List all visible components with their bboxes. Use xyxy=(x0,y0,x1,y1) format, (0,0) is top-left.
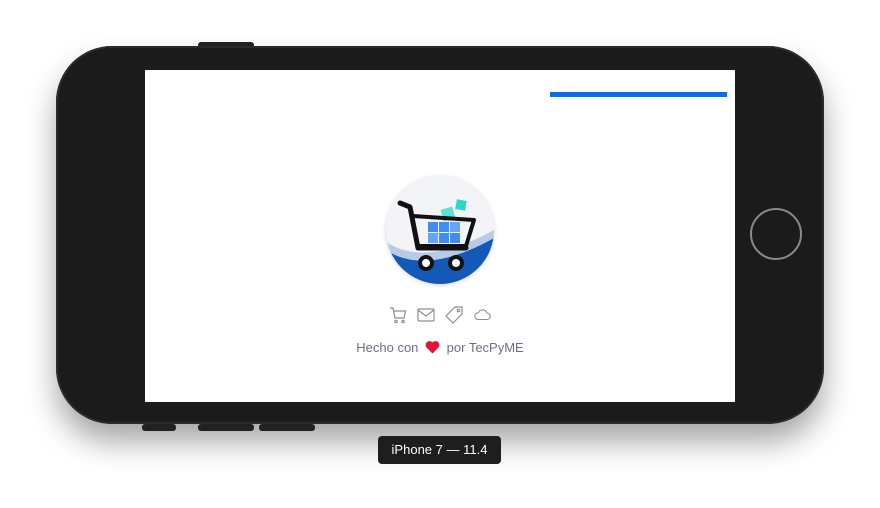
loading-progress-bar xyxy=(550,92,727,97)
mail-icon xyxy=(417,306,435,324)
side-button-1 xyxy=(142,424,176,431)
cloud-icon xyxy=(473,306,491,324)
cart-icon xyxy=(389,306,407,324)
home-button[interactable] xyxy=(750,208,802,260)
credit-suffix: por TecPyME xyxy=(446,340,524,355)
side-button-3 xyxy=(259,424,315,431)
app-logo xyxy=(386,176,494,284)
feature-icons xyxy=(145,306,735,324)
device-label: iPhone 7 — 11.4 xyxy=(378,436,501,464)
footer-credit: Hecho con por TecPyME xyxy=(145,340,735,357)
heart-icon xyxy=(425,340,440,357)
tag-icon xyxy=(445,306,463,324)
credit-prefix: Hecho con xyxy=(356,340,419,355)
device-screen: Hecho con por TecPyME xyxy=(145,70,735,402)
side-button-2 xyxy=(198,424,254,431)
